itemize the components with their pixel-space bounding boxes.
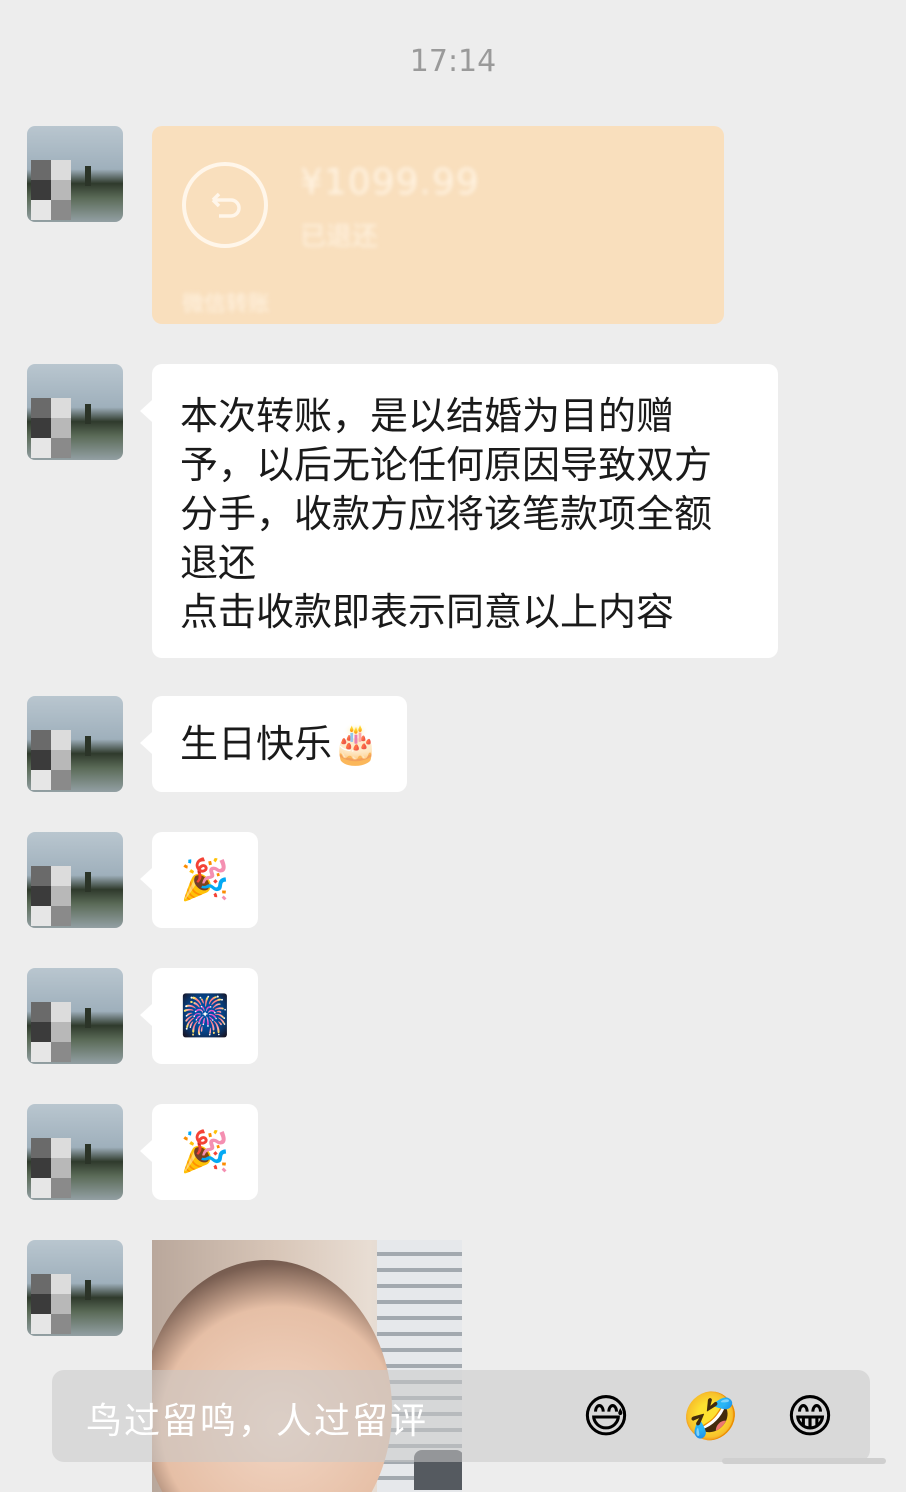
transfer-amount: ¥1099.99	[300, 162, 480, 203]
sender-avatar[interactable]	[27, 1240, 123, 1336]
sender-avatar[interactable]	[27, 1104, 123, 1200]
sweat-smile-emoji-icon[interactable]: 😅	[582, 1390, 630, 1442]
message-line: 予，以后无论任何原因导致双方	[180, 443, 713, 487]
sender-avatar[interactable]	[27, 832, 123, 928]
sender-avatar[interactable]	[27, 968, 123, 1064]
party-popper-message[interactable]: 🎉	[140, 1104, 258, 1200]
home-indicator	[722, 1458, 886, 1464]
fireworks-icon: 🎆	[180, 992, 230, 1039]
birthday-text: 生日快乐🎂	[180, 721, 380, 766]
transfer-card[interactable]: ¥1099.99 已退还 微信转账	[152, 126, 724, 324]
message-line: 分手，收款方应将该笔款项全额	[180, 492, 713, 536]
comment-input[interactable]: 鸟过留鸣，人过留评	[86, 1392, 428, 1444]
sender-avatar[interactable]	[27, 696, 123, 792]
return-arrow-icon	[182, 162, 268, 248]
text-message-bubble[interactable]: 本次转账，是以结婚为目的赠 予，以后无论任何原因导致双方 分手，收款方应将该笔款…	[140, 364, 778, 658]
message-timestamp: 17:14	[409, 44, 497, 79]
comment-bar[interactable]: 鸟过留鸣，人过留评 😅 🤣 😁	[52, 1370, 870, 1462]
party-popper-message[interactable]: 🎉	[140, 832, 258, 928]
message-line: 点击收款即表示同意以上内容	[180, 590, 675, 634]
party-popper-icon: 🎉	[180, 1128, 230, 1175]
message-line: 退还	[180, 541, 257, 585]
rofl-emoji-icon[interactable]: 🤣	[682, 1390, 739, 1442]
sender-avatar[interactable]	[27, 364, 123, 460]
fireworks-message[interactable]: 🎆	[140, 968, 258, 1064]
birthday-message-bubble[interactable]: 生日快乐🎂	[139, 696, 408, 792]
party-popper-icon: 🎉	[180, 856, 230, 903]
transfer-status: 已退还	[300, 222, 379, 252]
transfer-footer: 微信转账	[182, 292, 271, 317]
grin-emoji-icon[interactable]: 😁	[786, 1390, 834, 1442]
message-line: 本次转账，是以结婚为目的赠	[180, 394, 675, 438]
sender-avatar[interactable]	[27, 126, 123, 222]
